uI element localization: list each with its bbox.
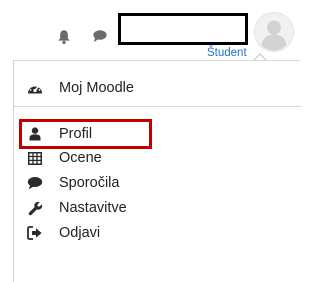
top-navbar: Študent <box>0 0 300 60</box>
menu-item-label: Sporočila <box>59 175 120 191</box>
table-grid-icon <box>27 150 43 166</box>
chat-bubble-icon[interactable] <box>92 28 108 44</box>
menu-item-nastavitve[interactable]: Nastavitve <box>14 195 301 221</box>
user-role-link[interactable]: Študent <box>207 47 247 60</box>
menu-divider <box>14 106 301 107</box>
menu-item-label: Profil <box>59 126 93 142</box>
menu-item-label: Ocene <box>59 150 102 166</box>
user-dropdown-menu: Moj Moodle Profil Ocene Sporočila Nastav… <box>13 60 301 282</box>
menu-item-moj-moodle[interactable]: Moj Moodle <box>14 75 301 101</box>
menu-item-odjavi[interactable]: Odjavi <box>14 220 301 246</box>
menu-item-label: Nastavitve <box>59 200 127 216</box>
menu-item-ocene[interactable]: Ocene <box>14 145 301 171</box>
menu-item-label: Moj Moodle <box>59 80 134 96</box>
comment-icon <box>27 175 43 191</box>
redacted-username-box <box>118 13 248 45</box>
dashboard-gauge-icon <box>27 80 43 96</box>
sign-out-icon <box>27 225 43 241</box>
user-avatar-icon[interactable] <box>254 12 294 52</box>
user-icon <box>27 126 43 142</box>
bell-icon[interactable] <box>57 29 71 45</box>
menu-item-profil[interactable]: Profil <box>14 121 301 147</box>
menu-item-sporocila[interactable]: Sporočila <box>14 170 301 196</box>
menu-item-label: Odjavi <box>59 225 101 241</box>
wrench-icon <box>27 200 43 216</box>
user-menu-screen: Študent Moj Moodle Profil Ocene Sporočil… <box>0 0 301 282</box>
